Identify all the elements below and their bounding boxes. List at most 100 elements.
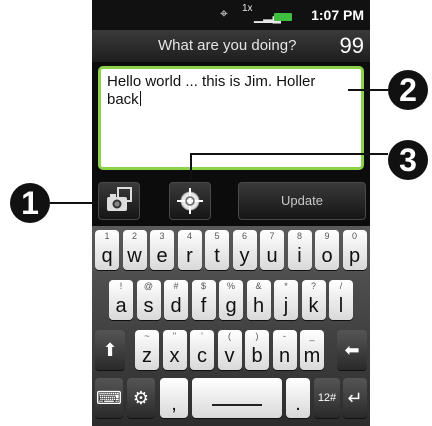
key-main-label: e (156, 245, 168, 267)
key-hint-label: / (339, 281, 343, 291)
text-cursor (139, 91, 141, 106)
period-key[interactable]: . (286, 378, 310, 418)
key-hint-label: @ (143, 281, 154, 291)
callout-3-leader (190, 153, 388, 155)
key-f[interactable]: $ f (191, 280, 216, 320)
key-main-label: z (142, 345, 152, 367)
status-bar: ⌖ 1x ▁▂▄ 1:07 PM (92, 0, 370, 30)
callout-1-leader (50, 202, 98, 204)
key-b[interactable]: ) b (245, 330, 269, 370)
key-main-label: x (169, 345, 180, 367)
callout-1: 1 (10, 183, 50, 223)
key-g[interactable]: % g (219, 280, 243, 320)
key-hint-label: ~ (144, 331, 150, 341)
key-main-label: p (348, 245, 361, 267)
key-a[interactable]: ! a (109, 280, 133, 320)
key-main-label: t (214, 245, 220, 267)
attach-photo-button[interactable] (98, 182, 140, 220)
key-main-label: o (321, 245, 333, 267)
key-hint-label: ( (228, 331, 231, 341)
key-v[interactable]: (v (217, 330, 242, 370)
compose-prompt: What are you doing? (158, 37, 297, 54)
comma-key[interactable]: , (160, 378, 188, 418)
key-p[interactable]: 0p (342, 230, 367, 270)
key-main-label: g (225, 295, 237, 317)
shift-key[interactable]: ⬆ (95, 330, 125, 370)
key-hint-label: % (226, 281, 235, 291)
key-hint-label: - (283, 331, 286, 341)
key-m[interactable]: _ m (300, 330, 324, 370)
key-q[interactable]: 1q (95, 230, 119, 270)
status-text-line-1: Hello world ... this is Jim. Holler (107, 73, 316, 90)
enter-key[interactable]: ↵ (343, 378, 367, 418)
key-main-label: v (224, 345, 235, 367)
key-t[interactable]: 5t (205, 230, 229, 270)
key-u[interactable]: 7u (260, 230, 284, 270)
key-hint-label: ' (201, 331, 203, 341)
key-hint-label: 5 (214, 231, 220, 241)
key-hint-label: 7 (269, 231, 275, 241)
phone-screen: ⌖ 1x ▁▂▄ 1:07 PM What are you doing? 99 … (92, 0, 370, 426)
key-d[interactable]: # d (164, 280, 188, 320)
key-main-label: m (303, 345, 321, 367)
key-main-label: f (200, 295, 207, 317)
keyboard-icon: ⌨ (96, 388, 122, 408)
key-e[interactable]: 3e (150, 230, 174, 270)
backspace-key[interactable]: ⬅ (337, 330, 367, 370)
status-time: 1:07 PM (311, 7, 364, 23)
key-y[interactable]: 6y (232, 230, 257, 270)
key-main-label: i (297, 245, 302, 267)
key-main-label: w (127, 245, 142, 267)
key-main-label: c (197, 345, 207, 367)
callout-3: 3 (388, 140, 428, 180)
key-main-label: y (239, 245, 250, 267)
shift-icon: ⬆ (102, 340, 118, 360)
symbols-key-label: 12# (317, 392, 337, 404)
crosshair-icon: ⌖ (220, 5, 228, 21)
attach-location-button[interactable] (169, 182, 211, 220)
keyboard-toggle-key[interactable]: ⌨ (95, 378, 123, 418)
gear-icon: ⚙ (132, 388, 150, 408)
key-h[interactable]: & h (246, 280, 271, 320)
key-k[interactable]: ? k (301, 280, 326, 320)
status-text-line-2-wrap: back (107, 91, 355, 109)
update-button[interactable]: Update (238, 182, 366, 220)
key-r[interactable]: 4r (177, 230, 202, 270)
key-i[interactable]: 8i (287, 230, 312, 270)
key-main-label: l (338, 295, 344, 317)
key-hint-label: 6 (241, 231, 247, 241)
key-l[interactable]: / l (329, 280, 353, 320)
key-hint-label: 1 (104, 231, 110, 241)
key-c[interactable]: ' c (190, 330, 214, 370)
space-key[interactable] (192, 378, 282, 418)
network-type-label: 1x (242, 3, 253, 14)
key-hint-label: # (173, 281, 179, 291)
key-w[interactable]: 2w (122, 230, 147, 270)
compose-toolbar: Update (92, 180, 370, 226)
settings-key[interactable]: ⚙ (127, 378, 155, 418)
key-hint-label: 0 (351, 231, 357, 241)
key-main-label: d (170, 295, 182, 317)
key-n[interactable]: -n (272, 330, 297, 370)
onscreen-keyboard: 1 q 2 w 3 e 4 r 5 t 6 y 7 u 8 i 9 o 0 p! a @ s # d $ f% g & h * j? k / l ~ z… (92, 226, 370, 426)
key-hint-label: ) (255, 331, 259, 341)
key-hint-label: _ (309, 331, 315, 341)
key-o[interactable]: 9o (315, 230, 339, 270)
status-text-line-2: back (107, 91, 139, 108)
symbols-key[interactable]: 12# (314, 378, 340, 418)
key-hint-label: * (284, 281, 288, 291)
compose-header: What are you doing? 99 (92, 30, 370, 62)
key-hint-label: ? (310, 281, 316, 291)
camera-icon (107, 187, 132, 211)
key-s[interactable]: @ s (136, 280, 161, 320)
key-j[interactable]: * j (274, 280, 298, 320)
key-main-label: r (186, 245, 193, 267)
key-x[interactable]: " x (162, 330, 187, 370)
key-hint-label: & (255, 281, 262, 291)
key-z[interactable]: ~ z (135, 330, 159, 370)
key-hint-label: 9 (324, 231, 330, 241)
key-hint-label: " (172, 331, 177, 341)
key-main-label: u (266, 245, 278, 267)
key-hint-label: 2 (131, 231, 137, 241)
callout-3-leader-vertical (190, 153, 192, 181)
